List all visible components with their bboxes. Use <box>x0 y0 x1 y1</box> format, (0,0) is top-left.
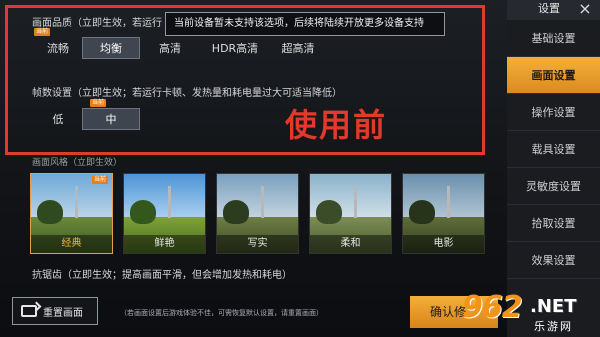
style-thumb-classic[interactable]: 当前 经典 <box>30 173 113 254</box>
style-caption: 经典 <box>31 235 112 253</box>
style-current-badge: 当前 <box>91 176 108 184</box>
watermark-number: 962 <box>462 290 523 325</box>
watermark-cn: 乐游网 <box>534 320 573 333</box>
style-caption: 柔和 <box>310 235 391 253</box>
reset-icon <box>21 305 37 317</box>
settings-sidebar: 设置 × 基础设置 画面设置 操作设置 载具设置 灵敏度设置 拾取设置 效果设置 <box>507 0 600 337</box>
style-thumb-soft[interactable]: 柔和 <box>309 173 392 254</box>
sidebar-item-basic[interactable]: 基础设置 <box>507 20 600 57</box>
style-caption: 电影 <box>403 235 484 253</box>
watermark-net: .NET <box>530 296 577 317</box>
sidebar-item-vehicle[interactable]: 载具设置 <box>507 131 600 168</box>
sidebar-item-pickup[interactable]: 拾取设置 <box>507 205 600 242</box>
sidebar-item-controls[interactable]: 操作设置 <box>507 94 600 131</box>
close-icon[interactable]: × <box>576 0 594 18</box>
annotation-red-box <box>5 5 485 155</box>
reset-graphics-label: 重置画面 <box>43 307 83 319</box>
antialias-label: 抗锯齿（立即生效；提高画面平滑，但会增加发热和耗电） <box>32 270 292 281</box>
annotation-before-text: 使用前 <box>285 106 388 144</box>
style-thumb-cinema[interactable]: 电影 <box>402 173 485 254</box>
sidebar-item-effects[interactable]: 效果设置 <box>507 242 600 279</box>
sidebar-item-sensitivity[interactable]: 灵敏度设置 <box>507 168 600 205</box>
sidebar-item-graphics[interactable]: 画面设置 <box>507 57 600 94</box>
reset-graphics-button[interactable]: 重置画面 <box>12 297 98 325</box>
style-caption: 鲜艳 <box>124 235 205 253</box>
style-thumb-vivid[interactable]: 鲜艳 <box>123 173 206 254</box>
style-caption: 写实 <box>217 235 298 253</box>
graphics-settings-panel: 画面品质（立即生效，若运行 当前 流畅 均衡 高清 HDR高清 超高清 当前设备… <box>0 0 505 337</box>
style-thumb-realistic[interactable]: 写实 <box>216 173 299 254</box>
style-label: 画面风格（立即生效） <box>32 158 123 168</box>
reset-note: （若画面设置后游戏体验不佳，可需恢复默认设置，请重置画面） <box>120 309 323 317</box>
site-watermark: 962 .NET 乐游网 <box>462 290 597 334</box>
style-thumbnails: 当前 经典 鲜艳 写实 柔和 电影 <box>30 173 485 254</box>
